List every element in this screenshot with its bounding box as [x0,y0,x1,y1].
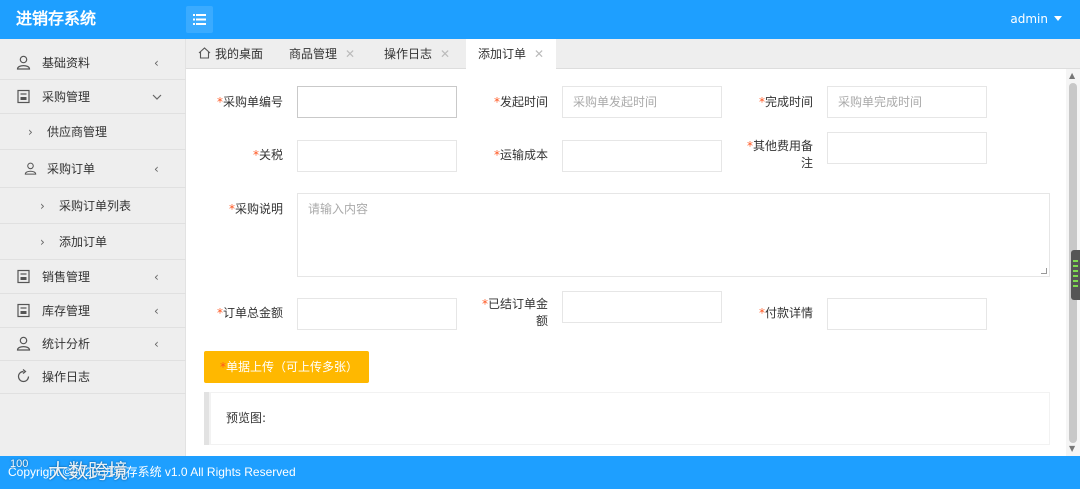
order-no-label: *采购单编号 [216,95,283,109]
tab-label: 添加订单 [478,47,527,61]
side-widget-handle[interactable] [1071,250,1080,300]
scroll-up-icon[interactable]: ▲ [1069,72,1075,80]
sidebar-item-label: 采购订单列表 [59,199,132,213]
sidebar-item-statistics[interactable]: 统计分析 ‹ [0,327,186,361]
document-icon [17,269,30,284]
other-fee-note-label: *其他费用备注 [746,139,813,170]
shipping-cost-input[interactable] [562,140,722,172]
chevron-left-icon: ‹ [154,162,159,176]
document-icon [17,89,30,104]
chevron-left-icon: ‹ [154,304,159,318]
description-placeholder: 请输入内容 [308,202,369,216]
sidebar-item-sales[interactable]: 销售管理 ‹ [0,260,186,294]
user-icon [16,55,31,70]
user-icon [24,162,37,175]
sidebar-item-label: 库存管理 [42,304,91,318]
document-icon [17,303,30,318]
chevron-right-icon: › [28,125,33,139]
refresh-icon [17,369,30,383]
sidebar-item-label: 采购订单 [47,162,96,176]
top-header: 进销存系统 admin [0,0,1080,39]
sidebar-item-operation-log[interactable]: 操作日志 [0,360,186,394]
start-time-input[interactable]: 采购单发起时间 [562,86,722,118]
other-fee-note-input[interactable] [827,132,987,164]
payment-details-input[interactable] [827,298,987,330]
tab-label: 我的桌面 [215,47,264,61]
chevron-right-icon: › [40,235,45,249]
tab-add-order[interactable]: 添加订单 ✕ [466,39,557,70]
resize-handle-icon[interactable] [1041,268,1047,274]
close-icon[interactable]: ✕ [345,47,355,61]
tab-products[interactable]: 商品管理 ✕ [289,39,355,69]
chevron-left-icon: ‹ [154,56,159,70]
close-icon[interactable]: ✕ [440,47,450,61]
total-amount-label: *订单总金额 [216,306,283,320]
order-no-input[interactable] [297,86,457,118]
sidebar-item-label: 添加订单 [59,235,108,249]
sidebar-item-label: 基础资料 [42,56,91,70]
settled-amount-input[interactable] [562,291,722,323]
sidebar-item-label: 操作日志 [42,370,91,384]
user-menu[interactable]: admin [1010,12,1062,26]
preview-label: 预览图: [226,411,267,425]
sidebar-item-purchase-orders[interactable]: 采购订单 ‹ [0,150,186,188]
watermark-text: 大数跨境 [48,459,128,483]
tab-label: 操作日志 [384,47,433,61]
preview-box: 预览图: [204,392,1050,445]
close-icon[interactable]: ✕ [534,47,544,61]
payment-details-label: *付款详情 [758,306,813,320]
upload-documents-button[interactable]: *单据上传（可上传多张） [204,351,369,383]
tariff-input[interactable] [297,140,457,172]
chevron-right-icon: › [40,199,45,213]
sidebar-item-purchase[interactable]: 采购管理 [0,80,186,114]
menu-toggle-button[interactable] [186,6,213,33]
tab-bar: 我的桌面 商品管理 ✕ 操作日志 ✕ 添加订单 ✕ [186,39,1080,70]
app-title: 进销存系统 [16,9,97,28]
tab-home[interactable]: 我的桌面 [198,39,263,69]
description-textarea[interactable]: 请输入内容 [297,193,1050,277]
sidebar-item-purchase-order-list[interactable]: › 采购订单列表 [0,188,186,224]
caret-down-icon [1054,16,1062,21]
finish-time-label: *完成时间 [758,95,813,109]
order-form: *采购单编号 *发起时间 采购单发起时间 *完成时间 采购单完成时间 *关税 *… [186,69,1066,456]
description-label: *采购说明 [228,202,283,216]
sidebar-item-inventory[interactable]: 库存管理 ‹ [0,294,186,328]
chevron-left-icon: ‹ [154,337,159,351]
sidebar-item-add-order[interactable]: › 添加订单 [0,224,186,260]
user-name: admin [1010,12,1048,26]
total-amount-input[interactable] [297,298,457,330]
shipping-cost-label: *运输成本 [493,148,548,162]
user-icon [16,336,31,351]
home-icon [198,47,211,59]
scroll-down-icon[interactable]: ▼ [1069,445,1075,453]
tariff-label: *关税 [252,148,283,162]
watermark-logo: 100 [10,458,29,470]
chevron-down-icon [152,94,162,100]
chevron-left-icon: ‹ [154,270,159,284]
sidebar-item-label: 供应商管理 [47,125,108,139]
tab-operation-log[interactable]: 操作日志 ✕ [384,39,450,69]
sidebar-item-label: 采购管理 [42,90,91,104]
menu-icon [193,14,206,25]
sidebar-item-label: 统计分析 [42,337,91,351]
start-time-label: *发起时间 [493,95,548,109]
settled-amount-label: *已结订单金额 [481,297,548,328]
finish-time-input[interactable]: 采购单完成时间 [827,86,987,118]
sidebar: 基础资料 ‹ 采购管理 › 供应商管理 采购订单 ‹ › 采购订单列表 › 添加… [0,39,186,456]
tab-label: 商品管理 [289,47,338,61]
sidebar-item-suppliers[interactable]: › 供应商管理 [0,114,186,150]
footer: Copyright ©2020 进销存系统 v1.0 All Rights Re… [0,456,1080,489]
sidebar-item-basic-data[interactable]: 基础资料 ‹ [0,46,186,80]
sidebar-item-label: 销售管理 [42,270,91,284]
